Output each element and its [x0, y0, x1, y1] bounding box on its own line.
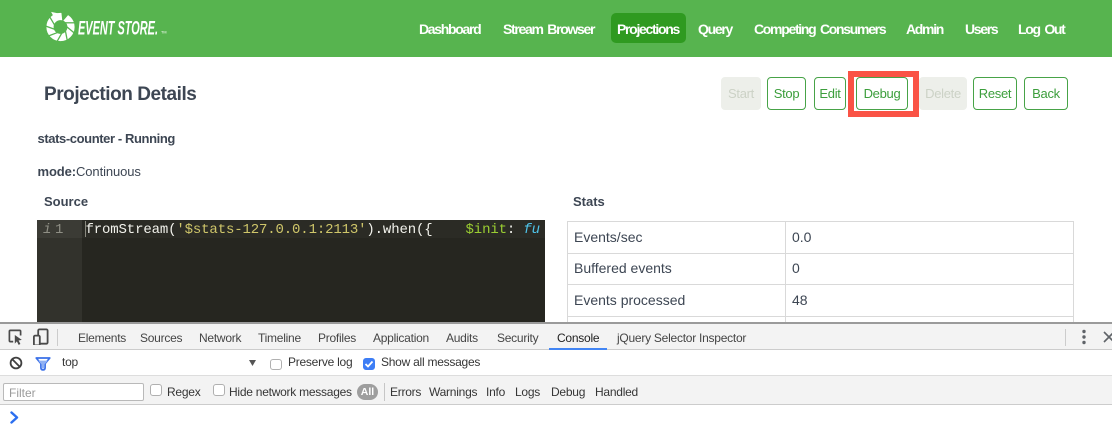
svg-text:TM: TM — [161, 31, 166, 35]
svg-text:EVENT STORE.: EVENT STORE. — [78, 18, 158, 40]
